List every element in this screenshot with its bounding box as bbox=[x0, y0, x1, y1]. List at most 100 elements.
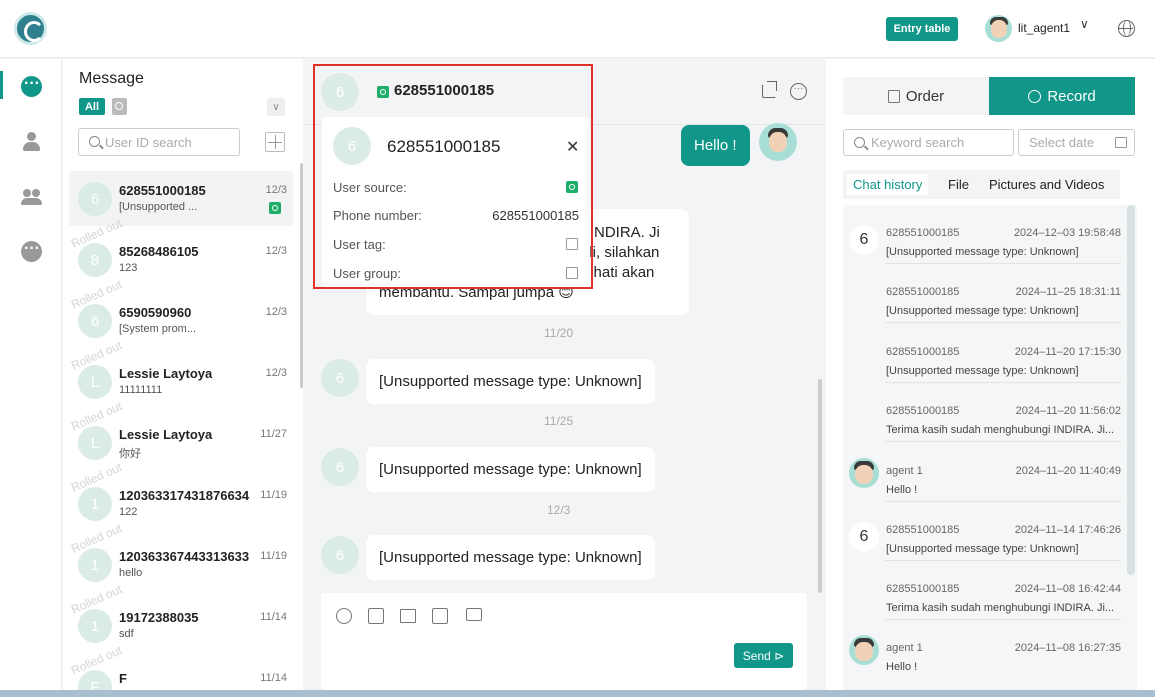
history-sender: agent 1 bbox=[886, 642, 923, 654]
profile-avatar: 6 bbox=[333, 127, 371, 165]
message-text: [Unsupported message type: Unknown] bbox=[379, 461, 642, 478]
agent-avatar[interactable] bbox=[985, 15, 1012, 42]
conversation-list: Message All ∨ User ID search 6 628551000… bbox=[63, 59, 303, 690]
history-item[interactable]: 628551000185 2024–11–20 17:15:30 [Unsupp… bbox=[843, 324, 1123, 383]
history-time: 2024–11–25 18:31:11 bbox=[1015, 286, 1121, 298]
app-logo[interactable] bbox=[14, 12, 47, 45]
conversation-date: 11/27 bbox=[260, 428, 287, 440]
conversation-item[interactable]: 6 Rolled out 6590590960 [System prom... … bbox=[69, 277, 293, 348]
conversation-item[interactable]: 6 628551000185 [Unsupported ... 12/3 bbox=[69, 171, 293, 226]
date-separator: 11/25 bbox=[544, 414, 574, 428]
quick-reply-icon[interactable] bbox=[466, 608, 482, 621]
history-item[interactable]: agent 1 2024–11–08 16:27:35 Hello ! bbox=[843, 620, 1123, 679]
conversation-avatar: 8 bbox=[78, 243, 112, 277]
subtab-chat-history[interactable]: Chat history bbox=[847, 174, 929, 195]
tab-order[interactable]: Order bbox=[843, 77, 989, 115]
conversation-avatar: L bbox=[78, 426, 112, 460]
nav-active-indicator bbox=[0, 71, 3, 99]
conversation-name: Lessie Laytoya bbox=[119, 366, 213, 381]
user-icon[interactable] bbox=[21, 131, 42, 152]
conversation-item[interactable]: 1 Rolled out 120363367443313633 hello 11… bbox=[69, 521, 293, 592]
conversation-item[interactable]: F Rolled out F 11/14 bbox=[69, 643, 293, 690]
history-text: [Unsupported message type: Unknown] bbox=[886, 365, 1079, 377]
chevron-down-icon[interactable]: ∨ bbox=[1080, 17, 1089, 31]
history-time: 2024–11–08 16:27:35 bbox=[1014, 642, 1121, 654]
entry-table-button[interactable]: Entry table bbox=[886, 17, 958, 41]
phone-number-label: Phone number: bbox=[333, 208, 422, 223]
history-avatar: 6 bbox=[849, 522, 879, 552]
edit-icon[interactable] bbox=[566, 238, 578, 250]
emoji-icon[interactable] bbox=[336, 608, 352, 624]
conversation-preview: 123 bbox=[119, 262, 138, 274]
conversation-name: 85268486105 bbox=[119, 244, 199, 259]
history-item[interactable]: 6 628551000185 2024–11–14 17:46:26 [Unsu… bbox=[843, 502, 1123, 561]
folder-icon[interactable] bbox=[400, 609, 416, 623]
agent-name[interactable]: lit_agent1 bbox=[1018, 21, 1070, 35]
collapse-chevron-icon[interactable]: ∨ bbox=[267, 98, 285, 116]
history-text: [Unsupported message type: Unknown] bbox=[886, 246, 1079, 258]
conversation-date: 12/3 bbox=[265, 367, 287, 379]
close-icon[interactable]: ✕ bbox=[566, 137, 579, 157]
conversation-name: Lessie Laytoya bbox=[119, 427, 213, 442]
date-select-placeholder: Select date bbox=[1029, 135, 1095, 150]
conversation-item[interactable]: L Rolled out Lessie Laytoya 11111111 12/… bbox=[69, 338, 293, 409]
date-select-input[interactable]: Select date bbox=[1018, 129, 1135, 156]
history-item[interactable]: 628551000185 2024–11–08 16:42:44 Terima … bbox=[843, 561, 1123, 620]
subtab-pictures-videos[interactable]: Pictures and Videos bbox=[983, 174, 1110, 195]
search-placeholder: User ID search bbox=[105, 134, 192, 150]
conversation-item[interactable]: L Rolled out Lessie Laytoya 你好 11/27 bbox=[69, 399, 293, 470]
profile-popup-highlight: 6 628551000185 ✕ User source: Phone numb… bbox=[313, 64, 593, 289]
send-button[interactable]: Send ⊳ bbox=[734, 643, 793, 668]
conversation-item[interactable]: 1 Rolled out 120363317431876634 122 11/1… bbox=[69, 460, 293, 531]
history-item[interactable]: 628551000185 2024–11–20 11:56:02 Terima … bbox=[843, 383, 1123, 442]
image-icon[interactable] bbox=[368, 608, 384, 624]
history-sender: 628551000185 bbox=[886, 227, 960, 239]
group-icon[interactable] bbox=[21, 186, 42, 207]
tab-record[interactable]: Record bbox=[989, 77, 1135, 115]
globe-icon[interactable] bbox=[1118, 20, 1135, 37]
subtab-file[interactable]: File bbox=[942, 174, 975, 195]
calendar-icon bbox=[1115, 137, 1127, 148]
conversation-name: F bbox=[119, 671, 127, 686]
history-item[interactable]: agent 1 2024–11–20 11:40:49 Hello ! bbox=[843, 443, 1123, 502]
history-text: Hello ! bbox=[886, 661, 918, 673]
user-tag-label: User tag: bbox=[333, 237, 386, 252]
whatsapp-filter-icon[interactable] bbox=[112, 98, 127, 115]
edit-icon[interactable] bbox=[566, 267, 578, 279]
history-text: Terima kasih sudah menghubungi INDIRA. J… bbox=[886, 602, 1115, 614]
search-icon bbox=[854, 137, 865, 148]
conversation-item[interactable]: 1 Rolled out 19172388035 sdf 11/14 bbox=[69, 582, 293, 653]
more-options-icon[interactable]: ··· bbox=[790, 83, 807, 100]
message-composer[interactable]: Send ⊳ bbox=[321, 593, 807, 690]
history-item[interactable]: 6 628551000185 2024–12–03 19:58:48 [Unsu… bbox=[843, 205, 1123, 264]
chat-scrollbar[interactable] bbox=[818, 379, 822, 593]
user-profile-card: 6 628551000185 ✕ User source: Phone numb… bbox=[322, 117, 590, 287]
conversation-date: 11/19 bbox=[260, 489, 287, 501]
avatar-face-shape bbox=[769, 132, 787, 152]
right-panel: Order Record Keyword search Select date … bbox=[826, 59, 1155, 690]
avatar-face-shape bbox=[855, 642, 873, 661]
whatsapp-icon bbox=[269, 202, 281, 214]
divider bbox=[885, 441, 1121, 442]
history-item[interactable]: 628551000185 2024–11–25 18:31:11 [Unsupp… bbox=[843, 264, 1123, 323]
keyword-search-input[interactable]: Keyword search bbox=[843, 129, 1014, 156]
message-avatar: 6 bbox=[321, 536, 359, 574]
history-text: [Unsupported message type: Unknown] bbox=[886, 543, 1079, 555]
add-icon[interactable] bbox=[265, 132, 285, 152]
conversation-item[interactable]: 8 Rolled out 85268486105 123 12/3 bbox=[69, 216, 293, 287]
avatar-face-shape bbox=[991, 20, 1007, 38]
user-id-search-input[interactable]: User ID search bbox=[78, 128, 240, 156]
conversation-date: 12/3 bbox=[265, 184, 287, 196]
conversation-name: 120363317431876634 bbox=[119, 488, 250, 503]
document-icon[interactable] bbox=[432, 608, 448, 624]
history-time: 2024–11–20 11:40:49 bbox=[1015, 465, 1121, 477]
filter-all-button[interactable]: All bbox=[79, 98, 105, 115]
chat-icon[interactable] bbox=[21, 75, 42, 97]
more-icon[interactable] bbox=[21, 240, 42, 262]
conversation-preview: [System prom... bbox=[119, 323, 197, 335]
avatar-face-shape bbox=[855, 465, 873, 484]
share-icon[interactable] bbox=[762, 81, 777, 98]
history-scrollbar[interactable] bbox=[1127, 205, 1135, 575]
message-avatar: 6 bbox=[321, 448, 359, 486]
list-scrollbar[interactable] bbox=[300, 163, 303, 388]
